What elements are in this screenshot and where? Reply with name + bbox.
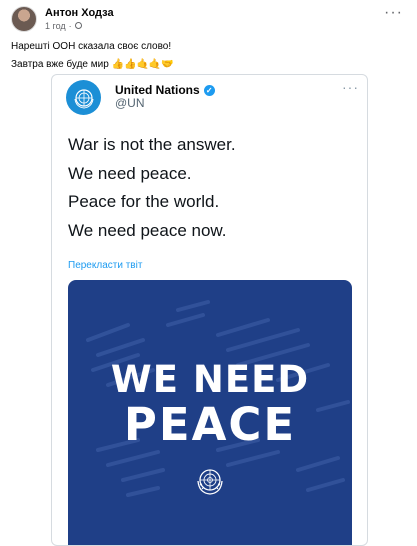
tweet-name-text: United Nations xyxy=(115,83,200,97)
tweet-text-line-3: Peace for the world. xyxy=(68,192,220,211)
translate-tweet-link[interactable]: Перекласти твіт xyxy=(68,260,142,271)
post-header: Антон Ходза 1 год · xyxy=(11,6,114,32)
embedded-tweet[interactable]: United Nations ✓ @UN ··· War is not the … xyxy=(51,74,368,546)
tweet-more-button[interactable]: ··· xyxy=(342,79,359,95)
image-headline-line-2: PEACE xyxy=(123,398,297,451)
tweet-image[interactable]: WE NEED PEACE xyxy=(68,280,352,545)
post-meta: 1 год · xyxy=(45,20,114,32)
un-emblem-icon xyxy=(197,469,223,495)
post-more-button[interactable]: ··· xyxy=(384,5,403,21)
author-avatar[interactable] xyxy=(11,6,37,32)
bullet: · xyxy=(68,20,72,31)
tweet-handle[interactable]: @UN xyxy=(115,96,145,110)
post-text-line-2: Завтра вже буде мир 👍👍🤙🤙🤝 xyxy=(11,59,174,70)
verified-badge-icon: ✓ xyxy=(203,84,215,96)
image-headline-line-1: WE NEED xyxy=(110,358,310,401)
tweet-text-line-1: War is not the answer. xyxy=(68,135,236,154)
tweet-text-line-4: We need peace now. xyxy=(68,221,227,240)
globe-icon xyxy=(74,22,82,29)
author-name[interactable]: Антон Ходза xyxy=(45,7,114,20)
post-time[interactable]: 1 год xyxy=(45,20,66,32)
post-text-line-1: Нарешті ООН сказала своє слово! xyxy=(11,41,172,52)
un-logo-icon xyxy=(74,88,93,109)
un-avatar[interactable] xyxy=(66,80,101,115)
tweet-text-line-2: We need peace. xyxy=(68,164,192,183)
tweet-account-name[interactable]: United Nations ✓ xyxy=(115,83,215,97)
